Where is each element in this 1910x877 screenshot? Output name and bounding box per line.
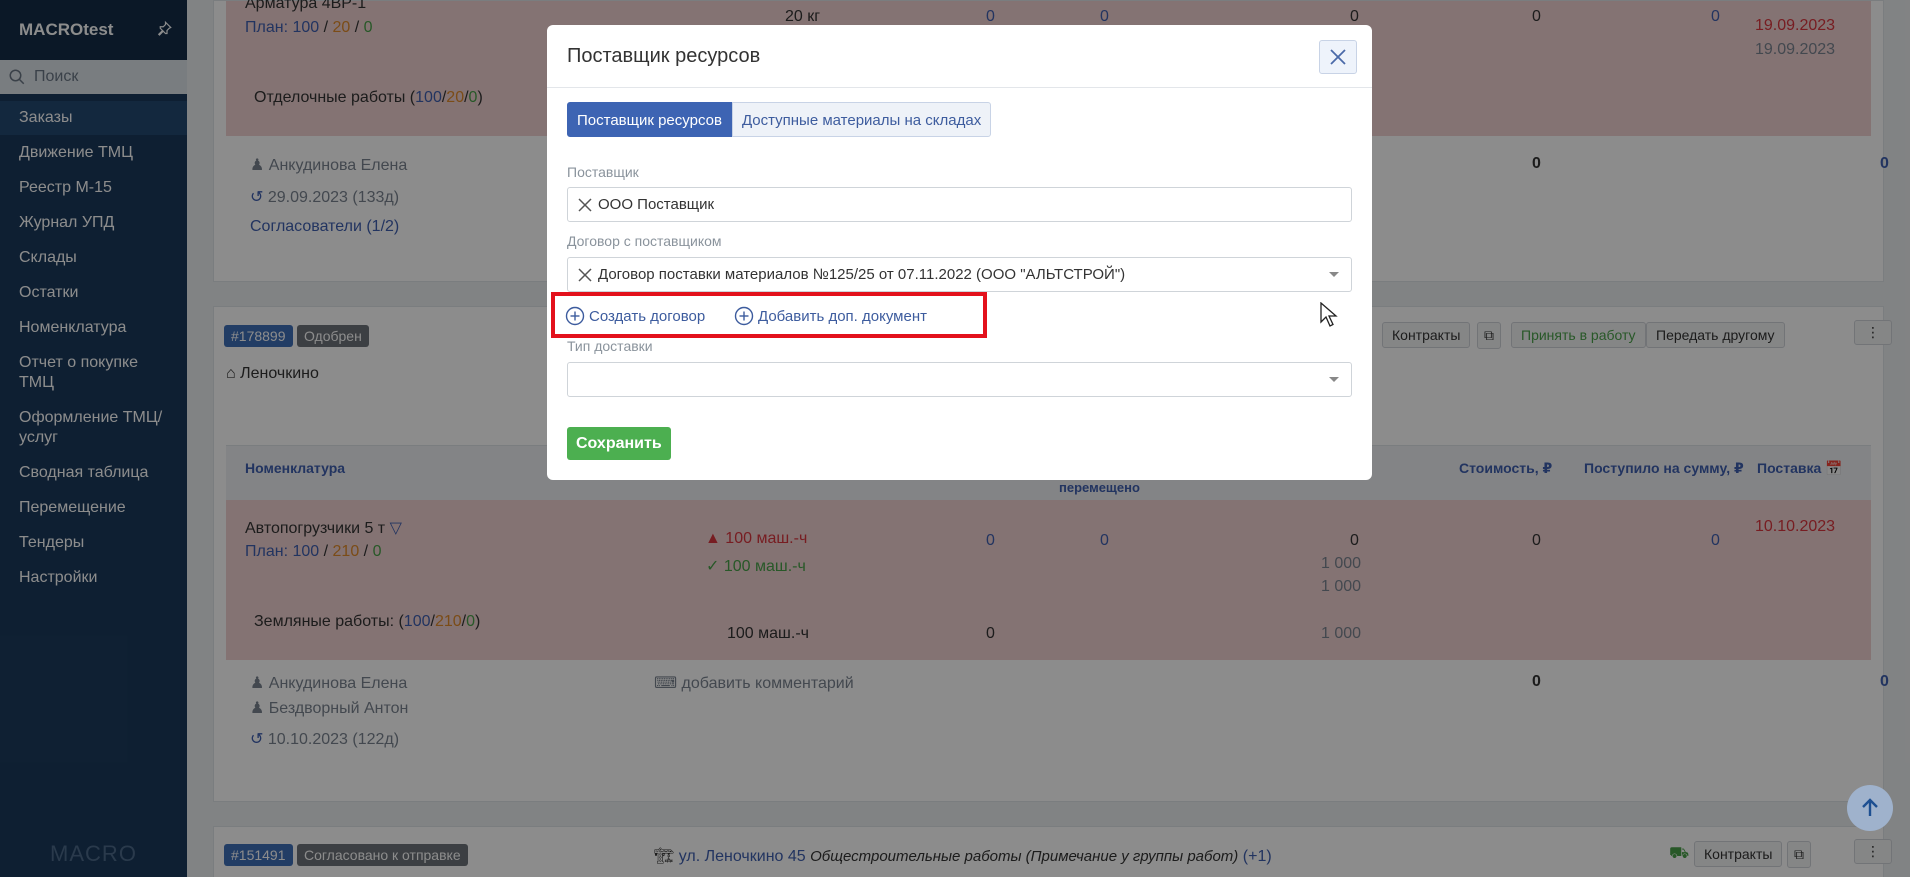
close-icon <box>1330 49 1346 65</box>
mouse-cursor-icon <box>1320 302 1338 327</box>
modal-tabs: Поставщик ресурсов Доступные материалы н… <box>567 102 992 137</box>
modal-title: Поставщик ресурсов <box>567 44 761 67</box>
create-contract-label: Создать договор <box>589 307 706 325</box>
create-contract-link[interactable]: Создать договор <box>565 306 705 326</box>
supplier-select[interactable]: ООО Поставщик <box>567 187 1352 222</box>
scroll-top-button[interactable] <box>1847 785 1893 831</box>
close-button[interactable] <box>1319 40 1357 74</box>
delivery-type-label: Тип доставки <box>567 338 653 354</box>
contract-label: Договор с поставщиком <box>567 233 722 249</box>
contract-select[interactable]: Договор поставки материалов №125/25 от 0… <box>567 257 1352 292</box>
plus-circle-icon <box>734 306 754 326</box>
highlight-box: Создать договор Добавить доп. документ <box>551 292 987 338</box>
plus-circle-icon <box>565 306 585 326</box>
chevron-down-icon <box>1329 377 1339 382</box>
modal-header: Поставщик ресурсов <box>547 25 1372 88</box>
supplier-modal: Поставщик ресурсов Поставщик ресурсов До… <box>547 25 1372 480</box>
delivery-type-select[interactable] <box>567 362 1352 397</box>
add-document-link[interactable]: Добавить доп. документ <box>734 306 927 326</box>
arrow-up-icon <box>1862 798 1878 816</box>
supplier-value: ООО Поставщик <box>598 196 715 213</box>
add-document-label: Добавить доп. документ <box>758 307 927 325</box>
contract-value: Договор поставки материалов №125/25 от 0… <box>598 266 1126 283</box>
clear-icon[interactable] <box>578 197 592 212</box>
save-button[interactable]: Сохранить <box>567 427 671 460</box>
chevron-down-icon <box>1329 272 1339 277</box>
clear-icon[interactable] <box>578 267 592 282</box>
tab-supplier[interactable]: Поставщик ресурсов <box>567 102 732 137</box>
tab-warehouse-materials[interactable]: Доступные материалы на складах <box>731 102 992 137</box>
supplier-label: Поставщик <box>567 164 639 180</box>
